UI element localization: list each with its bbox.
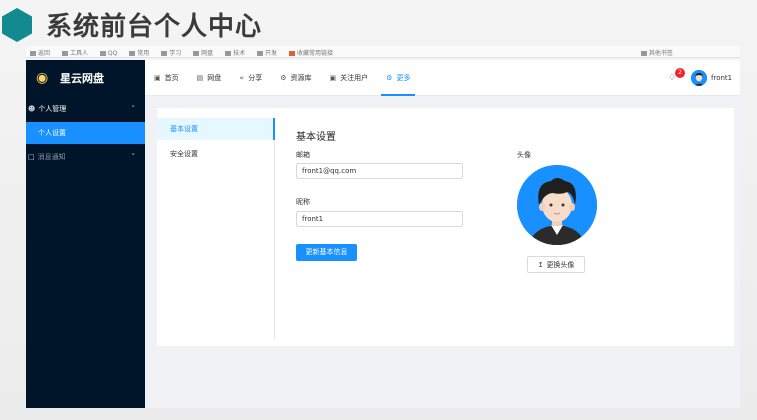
notification-badge: 2 [675,68,685,78]
nav-label: 更多 [396,74,411,82]
gear-icon: ⚙ [386,74,393,82]
tab-label: 基本设置 [170,125,198,133]
sidebar-item-label: 个人设置 [38,129,66,137]
avatar-image [691,70,707,86]
database-icon: ⚙ [280,74,287,82]
user-icon: ☻ [28,105,36,113]
section-title: 基本设置 [296,132,336,143]
bookmark-item[interactable]: 收藏常用链接 [288,48,333,57]
hexagon-icon [2,8,32,42]
tab-security-settings[interactable]: 安全设置 [157,143,274,165]
top-navbar: ▣ 首页 ▤ 网盘 ∝ 分享 ⚙ 资源库 ▣ 关注用户 ⚙ 更多 ♢ 2 fro… [145,60,740,96]
app-window: ◉ 星云网盘 ☻ 个人管理 ˄ 个人设置 □ 消息通知 ˅ ▣ 首页 ▤ 网盘 [26,60,740,408]
bookmark-icon [193,51,200,56]
bookmark-icon [61,51,68,56]
nav-more[interactable]: ⚙ 更多 [377,60,419,96]
update-info-button[interactable]: 更新基本信息 [296,244,357,261]
money-bag-icon: ◉ [36,70,49,86]
chevron-down-icon: ˅ [131,153,136,161]
sidebar-group-notifications[interactable]: □ 消息通知 ˅ [26,144,145,170]
nav-label: 首页 [164,74,179,82]
nav-label: 关注用户 [340,74,369,82]
bookmarks-bar: 返回 工具人 QQ 常用 学习 网盘 技术 开发 收藏常用链接 其他书签 [26,46,740,58]
folder-icon: ▤ [196,74,204,82]
change-avatar-label: 更换头像 [546,260,575,269]
change-avatar-button[interactable]: ↥ 更换头像 [527,256,585,273]
bookmark-icon [640,51,647,56]
sidebar-group-personal[interactable]: ☻ 个人管理 ˄ [26,96,145,122]
bookmark-icon [225,51,232,56]
username[interactable]: front1 [711,74,732,82]
bookmark-item[interactable]: 返回 [30,48,50,57]
home-icon: ▣ [154,74,161,82]
slide-title: 系统前台个人中心 [46,12,263,42]
avatar-image [517,165,597,245]
sidebar-item-personal-settings[interactable]: 个人设置 [26,122,145,144]
nav-home[interactable]: ▣ 首页 [145,60,188,96]
sidebar-group-label: 消息通知 [37,153,66,161]
bookmark-item[interactable]: 技术 [225,48,245,57]
email-label: 邮箱 [296,151,310,159]
bookmark-item[interactable]: QQ [99,50,117,57]
nickname-field[interactable]: front1 [296,211,463,227]
nickname-label: 昵称 [296,198,310,206]
bookmark-icon [30,51,36,56]
bookmark-item[interactable]: 网盘 [193,48,213,57]
bookmark-item[interactable]: 常用 [129,48,149,57]
sidebar-group-label: 个人管理 [38,105,67,113]
main-nav: ▣ 首页 ▤ 网盘 ∝ 分享 ⚙ 资源库 ▣ 关注用户 ⚙ 更多 [145,60,419,96]
nav-label: 资源库 [290,74,312,82]
tab-label: 安全设置 [170,150,198,158]
logo-text: 星云网盘 [60,72,104,85]
avatar-preview [517,165,597,245]
bookmark-icon [257,51,263,56]
tab-basic-settings[interactable]: 基本设置 [157,118,275,140]
bookmark-item[interactable]: 学习 [161,48,181,57]
logo[interactable]: ◉ 星云网盘 [26,60,145,96]
chevron-up-icon: ˄ [131,105,136,113]
settings-tabs: 基本设置 安全设置 [157,118,275,340]
bookmark-icon [99,51,106,56]
bookmark-item[interactable]: 开发 [257,48,277,57]
nav-share[interactable]: ∝ 分享 [230,60,271,96]
bookmark-icon [288,51,295,56]
nav-following[interactable]: ▣ 关注用户 [321,60,378,96]
bookmark-icon [161,51,168,56]
avatar-label: 头像 [517,151,531,159]
bookmark-item[interactable]: 其他书签 [640,48,673,57]
bookmark-item[interactable]: 工具人 [61,48,88,57]
bookmark-icon [129,51,136,56]
share-icon: ∝ [239,74,245,82]
avatar[interactable] [691,70,707,86]
slide-header: 系统前台个人中心 [0,0,757,50]
settings-card: 基本设置 安全设置 基本设置 邮箱 front1@qq.com 昵称 front… [157,108,734,346]
users-icon: ▣ [329,74,337,82]
message-icon: □ [28,153,35,161]
email-field[interactable]: front1@qq.com [296,163,463,179]
nav-netdisk[interactable]: ▤ 网盘 [188,60,231,96]
upload-icon: ↥ [537,260,544,269]
sidebar: ◉ 星云网盘 ☻ 个人管理 ˄ 个人设置 □ 消息通知 ˅ [26,60,145,408]
nav-label: 分享 [248,74,263,82]
nav-label: 网盘 [207,74,222,82]
nav-resources[interactable]: ⚙ 资源库 [271,60,320,96]
